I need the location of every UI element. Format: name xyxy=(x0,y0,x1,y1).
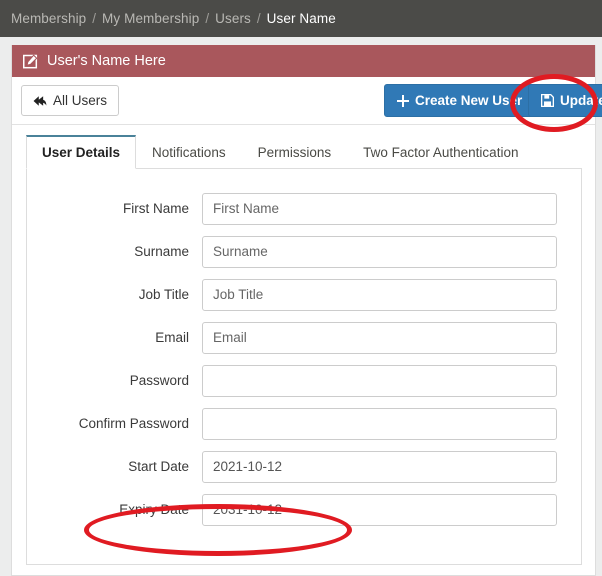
breadcrumb-separator: / xyxy=(205,11,210,26)
form-row: Start Date xyxy=(27,445,581,488)
input-surname[interactable] xyxy=(202,235,557,268)
input-first-name[interactable] xyxy=(202,192,557,225)
form-row: Surname xyxy=(27,230,581,273)
breadcrumb-item: User Name xyxy=(266,11,336,26)
tabs-region: User Details Notifications Permissions Two … xyxy=(26,135,582,565)
tab-panel-user-details: First Name Surname Job Title Email Password C… xyxy=(26,169,582,565)
breadcrumb-item[interactable]: Users xyxy=(215,11,251,26)
form-label: Expiry Date xyxy=(119,502,189,517)
breadcrumb-bar: Membership / My Membership / Users / User Name xyxy=(0,0,602,37)
breadcrumb: Membership / My Membership / Users / User Name xyxy=(11,11,336,26)
update-label: Update xyxy=(560,92,602,108)
input-job-title[interactable] xyxy=(202,278,557,311)
form-label: Surname xyxy=(134,244,189,259)
update-button[interactable]: Update xyxy=(528,84,602,117)
input-password[interactable] xyxy=(202,364,557,397)
form-label: Start Date xyxy=(128,459,189,474)
all-users-button[interactable]: All Users xyxy=(21,85,120,116)
form-label: First Name xyxy=(122,201,189,216)
form-row: Email xyxy=(27,316,581,359)
user-panel: User's Name Here All Users Create New Us… xyxy=(11,45,602,576)
create-new-user-label: Create New User xyxy=(415,92,523,108)
breadcrumb-separator: / xyxy=(92,11,97,26)
form-label: Email xyxy=(155,330,189,345)
floppy-save-icon xyxy=(541,94,554,107)
form-label: Job Title xyxy=(138,287,189,302)
pencil-square-icon xyxy=(23,53,38,69)
create-new-user-button[interactable]: Create New User xyxy=(384,84,536,117)
tab-user-details[interactable]: User Details xyxy=(26,135,137,169)
panel-toolbar: All Users Create New User Update xyxy=(12,77,602,125)
form-label: Confirm Password xyxy=(78,416,189,431)
page-body: User's Name Here All Users Create New Us… xyxy=(0,37,602,576)
form-row: Confirm Password xyxy=(27,402,581,445)
breadcrumb-item[interactable]: My Membership xyxy=(102,11,199,26)
tab-list: User Details Notifications Permissions Two … xyxy=(26,135,582,169)
panel-heading: User's Name Here xyxy=(12,45,595,77)
breadcrumb-separator: / xyxy=(256,11,261,26)
tab-notifications[interactable]: Notifications xyxy=(136,135,242,169)
input-confirm-password[interactable] xyxy=(202,407,557,440)
input-start-date[interactable] xyxy=(202,450,557,483)
form-row: First Name xyxy=(27,187,581,230)
form-row: Job Title xyxy=(27,273,581,316)
all-users-label: All Users xyxy=(53,92,108,108)
panel-heading-title: User's Name Here xyxy=(47,53,166,69)
tab-permissions[interactable]: Permissions xyxy=(242,135,348,169)
input-email[interactable] xyxy=(202,321,557,354)
reply-back-arrow-icon xyxy=(33,95,47,107)
input-expiry-date[interactable] xyxy=(202,493,557,526)
breadcrumb-item[interactable]: Membership xyxy=(11,11,86,26)
form-row: Password xyxy=(27,359,581,402)
form-row: Expiry Date xyxy=(27,488,581,531)
tab-two-factor-authentication[interactable]: Two Factor Authentication xyxy=(347,135,534,169)
plus-icon xyxy=(397,94,409,107)
form-label: Password xyxy=(129,373,189,388)
user-details-form: First Name Surname Job Title Email Password C… xyxy=(27,187,581,531)
